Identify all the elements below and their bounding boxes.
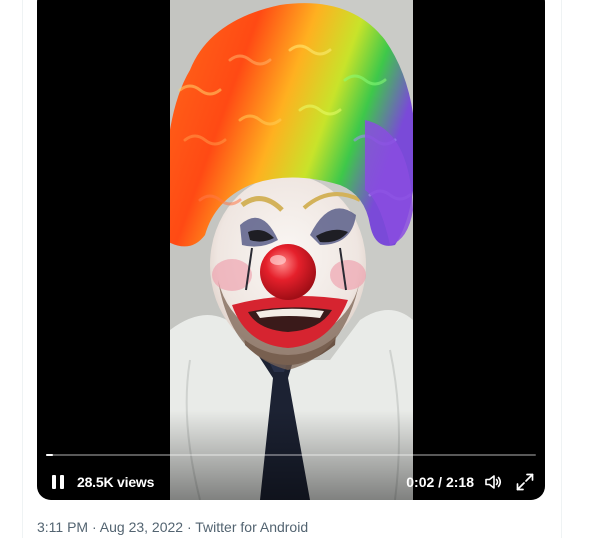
- fullscreen-button[interactable]: [515, 472, 535, 492]
- video-player[interactable]: 28.5K views 0:02 / 2:18: [37, 0, 545, 500]
- tweet-source[interactable]: Twitter for Android: [195, 519, 308, 535]
- elapsed-time: 0:02: [406, 474, 435, 490]
- progress-bar-fill: [46, 454, 54, 456]
- progress-bar[interactable]: [46, 454, 536, 456]
- timeline-divider-right: [561, 0, 562, 538]
- volume-button[interactable]: [483, 472, 503, 492]
- tweet-media-view: 28.5K views 0:02 / 2:18 3:11 PM · Aug 23…: [0, 0, 589, 538]
- pause-button[interactable]: [49, 472, 69, 492]
- tweet-date[interactable]: Aug 23, 2022: [100, 519, 183, 535]
- tweet-time[interactable]: 3:11 PM: [37, 519, 88, 535]
- total-duration: 2:18: [445, 474, 474, 490]
- time-separator: /: [434, 474, 446, 490]
- timeline-divider-left: [22, 0, 23, 538]
- view-count: 28.5K views: [77, 474, 155, 490]
- meta-separator: ·: [88, 519, 100, 535]
- meta-separator: ·: [183, 519, 196, 535]
- volume-icon: [485, 475, 502, 489]
- playback-time: 0:02 / 2:18: [406, 474, 474, 490]
- fullscreen-icon: [516, 473, 534, 491]
- tweet-timestamp-line: 3:11 PM · Aug 23, 2022 · Twitter for And…: [37, 519, 308, 535]
